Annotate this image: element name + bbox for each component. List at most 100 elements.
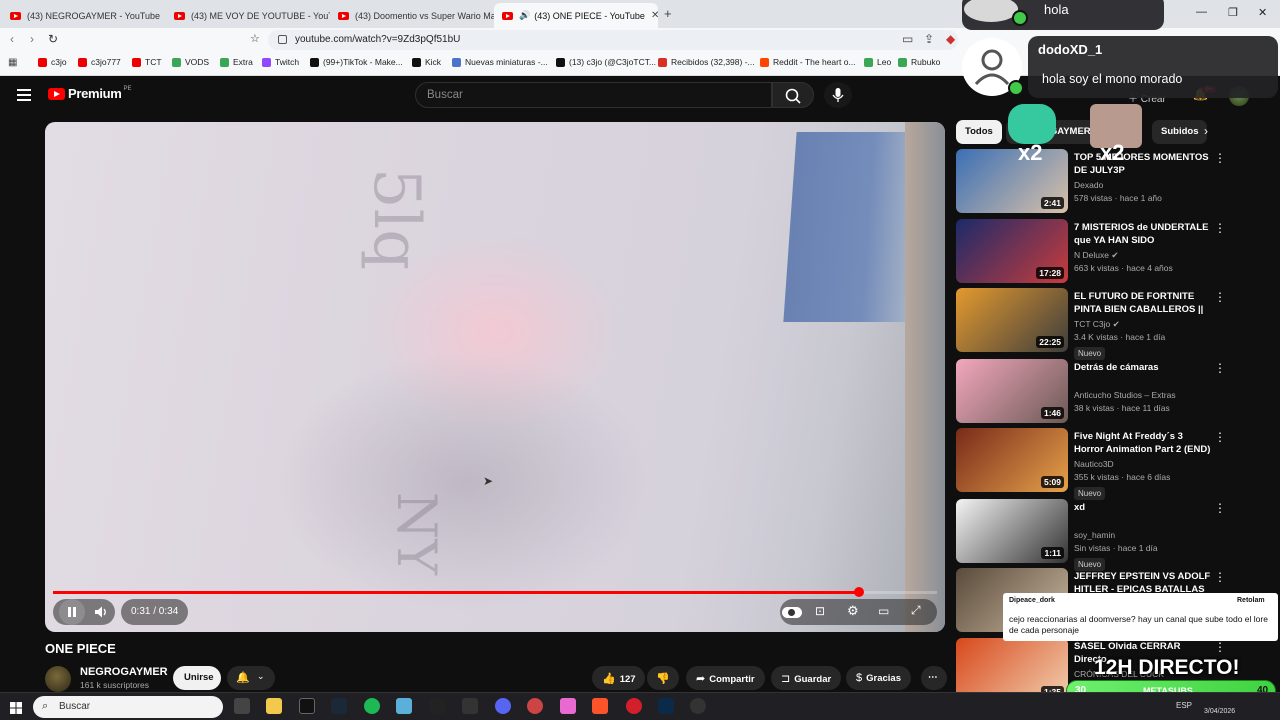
bookmark-item[interactable]: Twitch [262,57,299,67]
app-icon[interactable] [527,698,543,714]
video-thumbnail[interactable]: 1:46 [956,359,1068,423]
browser-tab-active[interactable]: 🔊 (43) ONE PIECE - YouTube ✕ [494,3,658,28]
save-button[interactable]: ⊐ Guardar [771,666,842,690]
video-title[interactable]: 7 MISTERIOS de UNDERTALE que YA HAN SIDO… [1074,221,1214,247]
more-vertical-icon[interactable]: ⋮ [1214,430,1226,444]
apps-grid-icon[interactable]: ▦ [8,57,17,68]
join-button[interactable]: Unirse [173,666,221,690]
chip-todos[interactable]: Todos [956,120,1002,144]
close-window-icon[interactable]: ✕ [1258,6,1267,19]
url-field[interactable]: youtube.com/watch?v=9Zd3pQf51bU [268,30,958,50]
fullscreen-icon[interactable]: ⤢ [911,603,921,618]
bookmark-item[interactable]: VODS [172,57,209,67]
brave-browser-icon[interactable] [592,698,608,714]
channel-name[interactable]: soy_hamin [1074,530,1115,540]
steam-icon[interactable] [331,698,347,714]
recommendation-item[interactable]: 22:25 EL FUTURO DE FORTNITE PINTA BIEN CA… [956,288,1246,360]
bookmark-item[interactable]: Extra [220,57,253,67]
video-title[interactable]: xd [1074,501,1214,514]
channel-name[interactable]: N Deluxe ✔ [1074,250,1118,261]
video-title[interactable]: Five Night At Freddy´s 3 Horror Animatio… [1074,430,1214,456]
video-thumbnail[interactable]: 22:25 [956,288,1068,352]
cast-icon[interactable]: ▭ [902,32,913,46]
more-vertical-icon[interactable]: ⋮ [1214,501,1226,515]
video-title[interactable]: EL FUTURO DE FORTNITE PINTA BIEN CABALLE… [1074,290,1214,316]
epic-games-icon[interactable] [299,698,315,714]
more-vertical-icon[interactable]: ⋮ [1214,361,1226,375]
more-vertical-icon[interactable]: ⋮ [1214,290,1226,304]
subscription-bell-button[interactable]: 🔔 ⌄ [227,666,275,690]
channel-name[interactable]: Dexado [1074,180,1103,190]
bookmark-item[interactable]: Rubuko [898,57,940,67]
bookmark-item[interactable]: TCT [132,57,162,67]
opera-gx-icon[interactable] [626,698,642,714]
task-view-icon[interactable] [234,698,250,714]
bookmark-item[interactable]: Recibidos (32,398) -... [658,57,755,67]
autoplay-toggle[interactable] [782,607,802,618]
recommendation-item[interactable]: 5:09 Five Night At Freddy´s 3 Horror Anim… [956,428,1246,500]
share-button[interactable]: ➦ Compartir [686,666,765,690]
bookmark-item[interactable]: (13) c3jo (@C3joTCT... [556,57,656,67]
video-thumbnail[interactable]: 1:11 [956,499,1068,563]
bookmark-item[interactable]: Reddit - The heart o... [760,57,856,67]
settings-gear-icon[interactable]: ⚙ [847,603,859,619]
clock-date[interactable]: 3/04/2026 [1204,708,1235,715]
bookmark-item[interactable]: Kick [412,57,441,67]
thanks-button[interactable]: $ Gracias [846,666,911,690]
chip-subidos[interactable]: Subidos [1152,120,1208,144]
recommendation-item[interactable]: 1:46 Detrás de cámaras Anticucho Studios –… [956,359,1246,423]
minimize-icon[interactable]: — [1196,6,1207,18]
browser-tab[interactable]: (43) Doomentio vs Super Wario Man [330,3,494,28]
channel-name[interactable]: Anticucho Studios – Extras [1074,390,1176,400]
app-icon[interactable] [690,698,706,714]
maximize-icon[interactable]: ❐ [1228,6,1238,19]
like-button[interactable]: 👍 127 [592,666,645,690]
video-title[interactable]: TOP 5 MEJORES MOMENTOS DE JULY3P [1074,151,1214,177]
photoshop-icon[interactable] [658,698,674,714]
discord-icon[interactable] [495,698,511,714]
scrubber-handle[interactable] [854,587,865,597]
recommendation-item[interactable]: 17:28 7 MISTERIOS de UNDERTALE que YA HAN… [956,219,1246,283]
spotify-icon[interactable] [364,698,380,714]
video-thumbnail[interactable]: 5:09 [956,428,1068,492]
chevron-right-icon[interactable]: › [1204,124,1208,138]
bookmark-star-icon[interactable]: ☆ [250,32,260,45]
new-tab-icon[interactable]: + [664,6,672,21]
search-input[interactable]: Buscar [415,82,772,108]
video-thumbnail[interactable]: 17:28 [956,219,1068,283]
recommendation-item[interactable]: 1:11 xd soy_hamin Sin vistas · hace 1 día Nu… [956,499,1246,571]
language-indicator[interactable]: ESP [1176,701,1192,710]
browser-tab[interactable]: (43) NEGROGAYMER - YouTube [2,3,166,28]
file-explorer-icon[interactable] [266,698,282,714]
progress-bar[interactable] [53,587,937,597]
more-vertical-icon[interactable]: ⋮ [1214,221,1226,235]
brave-shield-icon[interactable]: ◆ [946,32,955,46]
video-player[interactable]: 5lq NY ➤ 0:31 / 0:34 ⊡ ⚙ ▭ ⤢ [45,122,945,632]
voice-search-button[interactable] [824,82,852,108]
channel-name[interactable]: NEGROGAYMER [80,666,168,678]
obs-icon[interactable] [462,698,478,714]
bookmark-item[interactable]: Leo [864,57,891,67]
bookmark-item[interactable]: Nuevas miniaturas -... [452,57,548,67]
forward-icon[interactable]: › [30,32,34,46]
capcut-icon[interactable] [429,698,445,714]
youtube-premium-logo[interactable]: Premium PE [48,86,132,101]
theater-mode-icon[interactable]: ▭ [878,604,889,618]
back-icon[interactable]: ‹ [10,32,14,46]
windows-start-icon[interactable] [10,701,22,714]
pause-button[interactable] [59,599,85,625]
app-icon[interactable] [396,698,412,714]
more-vertical-icon[interactable]: ⋮ [1214,151,1226,165]
more-vertical-icon[interactable]: ⋮ [1214,640,1226,654]
video-thumbnail[interactable]: 2:41 [956,149,1068,213]
app-icon[interactable] [560,698,576,714]
close-tab-icon[interactable]: ✕ [645,10,658,21]
channel-name[interactable]: Nautico3D [1074,459,1114,469]
video-title[interactable]: Detrás de cámaras [1074,361,1214,374]
bookmark-item[interactable]: c3jo777 [78,57,121,67]
more-actions-button[interactable]: ⋯ [921,666,947,690]
bookmark-item[interactable]: c3jo [38,57,67,67]
menu-icon[interactable] [17,89,31,101]
more-vertical-icon[interactable]: ⋮ [1214,570,1226,584]
reload-icon[interactable]: ↻ [48,32,58,46]
